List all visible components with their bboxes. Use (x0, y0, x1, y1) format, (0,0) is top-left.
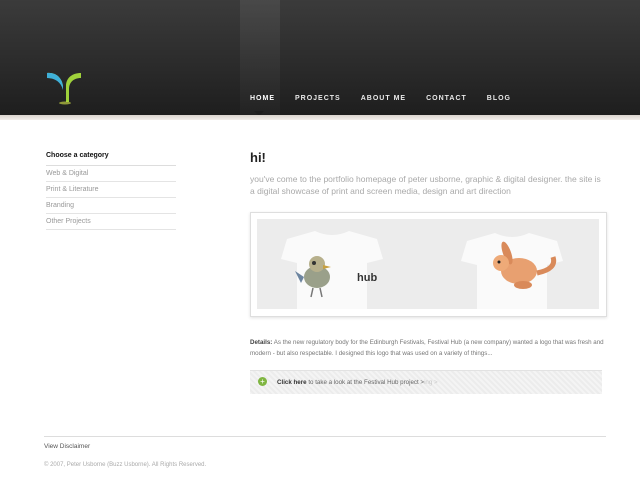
main-nav: HOME PROJECTS ABOUT ME CONTACT BLOG (250, 95, 531, 107)
festival-hub-illustration: hub (257, 219, 599, 309)
nav-blog[interactable]: BLOG (487, 95, 511, 107)
nav-home[interactable]: HOME (250, 95, 275, 107)
project-details: Details: As the new regulatory body for … (250, 337, 605, 359)
sidebar-item-web-digital[interactable]: Web & Digital (46, 166, 176, 182)
sidebar-item-branding[interactable]: Branding (46, 198, 176, 214)
details-text: As the new regulatory body for the Edinb… (250, 339, 604, 357)
header-divider (0, 115, 640, 120)
feature-image-canvas: hub (257, 219, 599, 309)
feature-logo-text: hub (357, 272, 377, 284)
main-content: hi! you've come to the portfolio homepag… (250, 150, 605, 197)
sidebar-item-other-projects[interactable]: Other Projects (46, 214, 176, 230)
nav-projects[interactable]: PROJECTS (295, 95, 341, 107)
site-footer: View Disclaimer © 2007, Peter Usborne (B… (44, 436, 606, 471)
disclaimer-link[interactable]: View Disclaimer (44, 443, 606, 450)
featured-project-image[interactable]: hub (250, 212, 607, 317)
project-cta-bar[interactable]: + Click here to take a look at the Festi… (250, 370, 602, 394)
copyright-text: © 2007, Peter Usborne (Buzz Usborne). Al… (44, 462, 207, 468)
site-header: HOME PROJECTS ABOUT ME CONTACT BLOG (0, 0, 640, 116)
sidebar-title: Choose a category (46, 152, 176, 166)
cta-bold-link[interactable]: Click here (277, 379, 307, 386)
nav-contact[interactable]: CONTACT (426, 95, 467, 107)
page-title: hi! (250, 150, 266, 165)
category-sidebar: Choose a category Web & Digital Print & … (46, 152, 176, 230)
y-logo-icon[interactable] (44, 70, 84, 106)
sidebar-item-print-literature[interactable]: Print & Literature (46, 182, 176, 198)
cta-text[interactable]: Click here to take a look at the Festiva… (277, 379, 438, 386)
cta-ghost-text: ing > (424, 379, 438, 386)
nav-about-me[interactable]: ABOUT ME (361, 95, 406, 107)
plus-circle-icon[interactable]: + (258, 377, 267, 386)
intro-text: you've come to the portfolio homepage of… (250, 174, 601, 196)
details-label: Details: (250, 339, 273, 346)
cta-link-text[interactable]: to take a look at the Festival Hub proje… (308, 379, 424, 386)
